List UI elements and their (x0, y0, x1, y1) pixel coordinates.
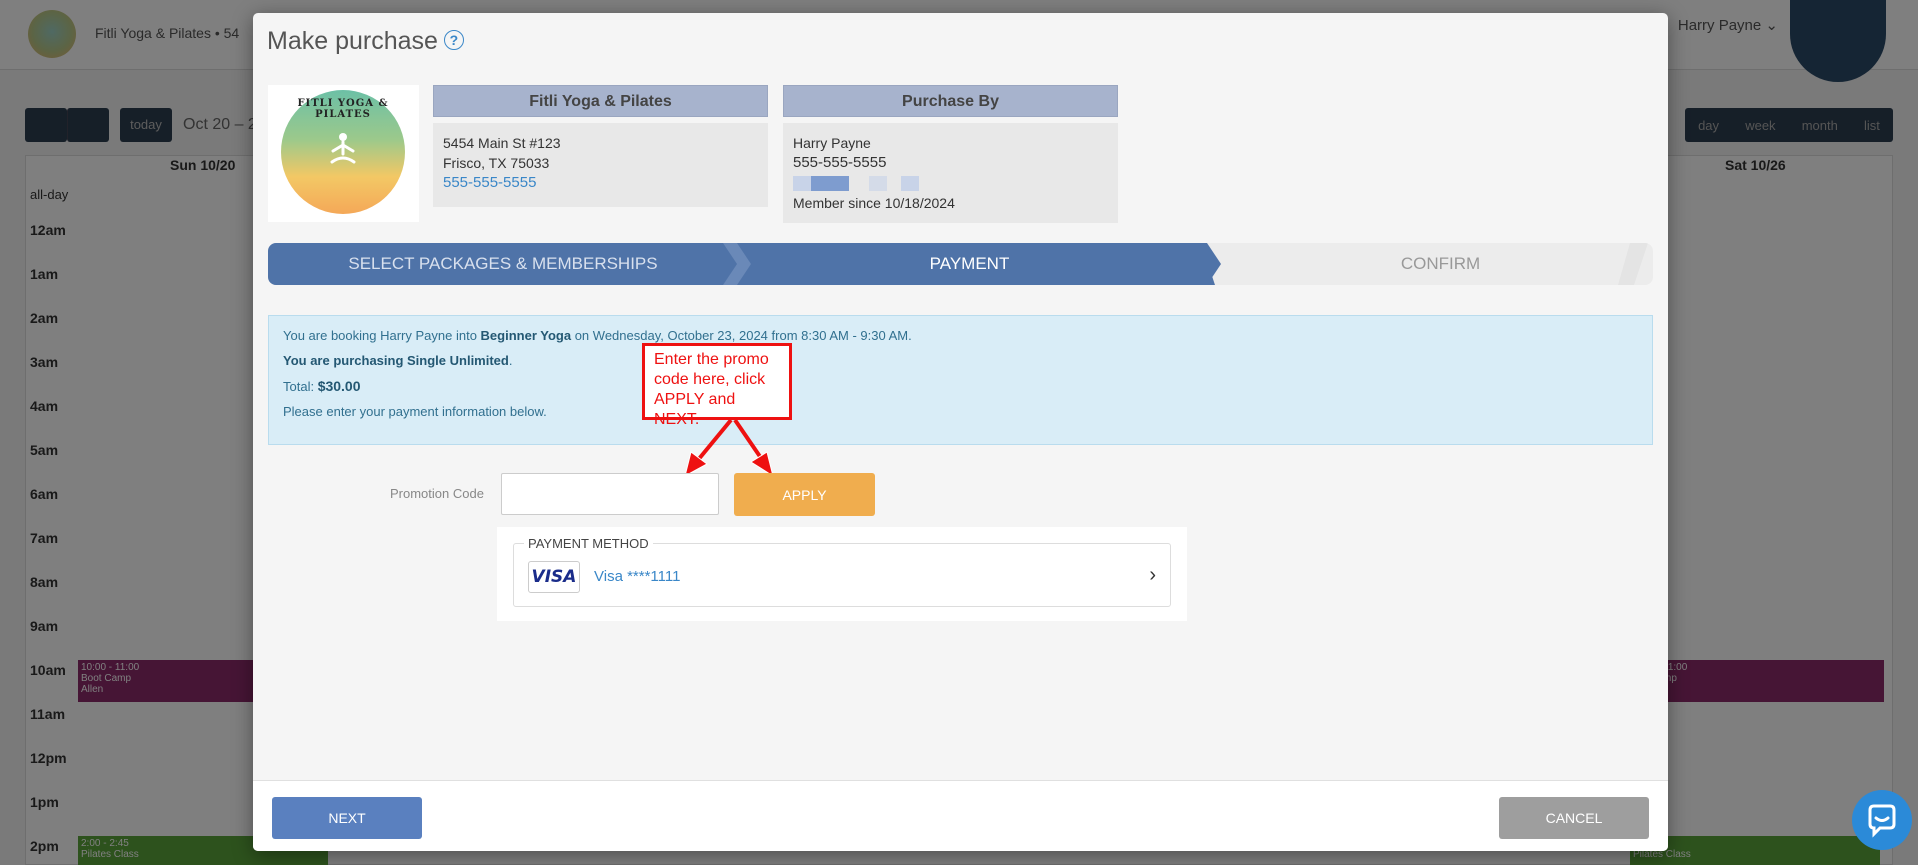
next-button[interactable]: NEXT (272, 797, 422, 839)
modal-footer: NEXT CANCEL (253, 780, 1668, 851)
total-line: Total: $30.00 (283, 378, 361, 394)
tutorial-callout: Enter the promo code here, click APPLY a… (642, 343, 792, 428)
step-select-packages[interactable]: SELECT PACKAGES & MEMBERSHIPS (268, 243, 738, 285)
purchaser-phone: 555-555-5555 (793, 154, 887, 171)
step-confirm: CONFIRM (1400, 254, 1481, 273)
logo-text: FITLI YOGA & PILATES (297, 98, 389, 120)
chat-launcher-button[interactable] (1852, 790, 1912, 850)
studio-phone-link[interactable]: 555-555-5555 (443, 173, 758, 193)
step-divider-icon (723, 243, 751, 285)
payment-method-selector[interactable]: PAYMENT METHOD VISA Visa ****1111 › (513, 536, 1171, 607)
payment-instruction: Please enter your payment information be… (283, 404, 547, 419)
step-payment: PAYMENT (738, 243, 1201, 285)
help-icon[interactable]: ? (443, 30, 464, 50)
payment-method-legend: PAYMENT METHOD (524, 536, 653, 551)
purchase-summary: You are purchasing Single Unlimited. (283, 353, 513, 368)
visa-card-icon: VISA (528, 561, 580, 593)
studio-card-body: 5454 Main St #123 Frisco, TX 75033 555-5… (433, 123, 768, 207)
card-description: Visa ****1111 (594, 568, 681, 585)
promo-code-label: Promotion Code (390, 486, 484, 501)
step-end-icon (1618, 243, 1648, 285)
payment-method-panel: PAYMENT METHOD VISA Visa ****1111 › (497, 527, 1187, 621)
promo-code-input[interactable] (501, 473, 719, 515)
wizard-steps: SELECT PACKAGES & MEMBERSHIPS PAYMENT CO… (268, 243, 1653, 285)
modal-title: Make purchase? (267, 27, 464, 56)
modal-title-text: Make purchase (267, 27, 438, 55)
purchaser-card-body: Harry Payne 555-555-5555 Member since 10… (783, 123, 1118, 223)
studio-logo: FITLI YOGA & PILATES (281, 90, 405, 214)
chat-bubble-icon (1868, 804, 1896, 838)
class-name: Beginner Yoga (480, 328, 572, 343)
member-since: Member since 10/18/2024 (793, 195, 955, 211)
purchaser-card-heading: Purchase By (783, 85, 1118, 117)
callout-arrows-icon (684, 418, 774, 478)
step-arrow-icon (1201, 243, 1221, 285)
studio-address-line2: Frisco, TX 75033 (443, 155, 550, 171)
booking-summary: You are booking Harry Payne into Beginne… (283, 328, 912, 343)
apply-button[interactable]: APPLY (734, 473, 875, 516)
redacted-email (793, 176, 1108, 191)
meditation-figure-icon (330, 133, 356, 164)
purchaser-name: Harry Payne (793, 135, 871, 151)
studio-info-card: Fitli Yoga & Pilates 5454 Main St #123 F… (433, 85, 768, 207)
studio-card-heading: Fitli Yoga & Pilates (433, 85, 768, 117)
purchase-modal: Make purchase? FITLI YOGA & PILATES Fitl… (253, 13, 1668, 851)
chevron-right-icon: › (1149, 564, 1156, 586)
purchaser-info-card: Purchase By Harry Payne 555-555-5555 Mem… (783, 85, 1118, 223)
booking-info-alert: You are booking Harry Payne into Beginne… (268, 315, 1653, 445)
studio-logo-card: FITLI YOGA & PILATES (268, 85, 419, 222)
cancel-button[interactable]: CANCEL (1499, 797, 1649, 839)
total-value: $30.00 (317, 378, 361, 394)
studio-address-line1: 5454 Main St #123 (443, 135, 561, 151)
